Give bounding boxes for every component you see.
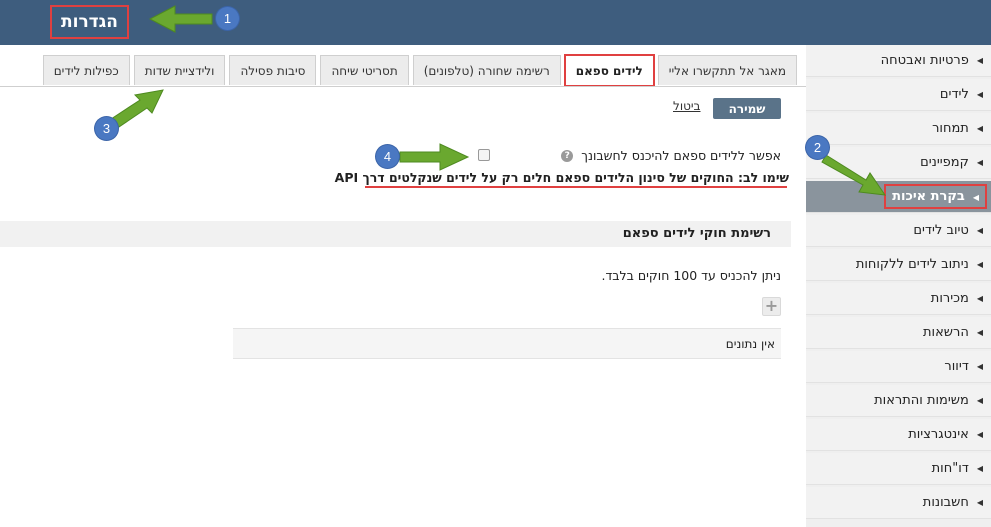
arrow-2-icon bbox=[821, 154, 887, 196]
annotation-badge-4: 4 bbox=[376, 145, 399, 168]
arrow-1-icon bbox=[148, 5, 213, 33]
annotation-badge-3: 3 bbox=[95, 117, 118, 140]
arrow-4-icon bbox=[399, 143, 470, 171]
annotation-arrows bbox=[107, 5, 887, 196]
annotation-badge-2: 2 bbox=[806, 136, 829, 159]
annotation-badge-1: 1 bbox=[216, 7, 239, 30]
